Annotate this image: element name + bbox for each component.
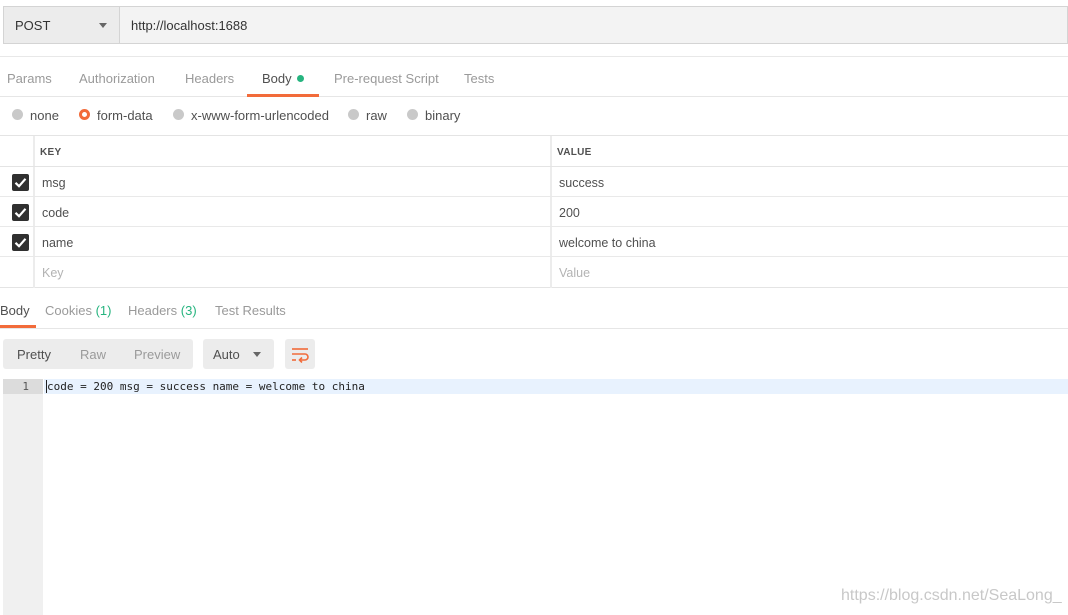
- chevron-down-icon: [99, 22, 107, 28]
- request-bar: POST http://localhost:1688: [3, 6, 1068, 44]
- method-label: POST: [15, 17, 51, 33]
- tab-authorization[interactable]: Authorization: [79, 71, 155, 86]
- tab-body-label: Body: [262, 71, 292, 86]
- radio-raw[interactable]: [348, 109, 359, 120]
- headers-count: (3): [180, 303, 197, 318]
- form-data-table: KEY VALUE msg success code 200 name welc…: [0, 135, 1068, 288]
- body-type-options: none form-data x-www-form-urlencoded raw…: [0, 104, 1068, 128]
- value-column-header: VALUE: [557, 147, 592, 158]
- tab-headers-label: Headers: [128, 303, 178, 318]
- tab-headers[interactable]: Headers: [185, 71, 234, 86]
- value-cell[interactable]: welcome to china: [559, 236, 656, 250]
- tab-response-headers[interactable]: Headers (3): [128, 303, 197, 318]
- key-input[interactable]: Key: [42, 266, 64, 280]
- row-enabled-checkbox[interactable]: [12, 174, 29, 191]
- cookies-count: (1): [95, 303, 112, 318]
- preview-button[interactable]: Preview: [134, 347, 180, 362]
- tab-cookies[interactable]: Cookies (1): [45, 303, 111, 318]
- tab-params[interactable]: Params: [7, 71, 52, 86]
- table-row: name welcome to china: [0, 227, 1068, 257]
- table-row-empty: Key Value: [0, 257, 1068, 287]
- response-body-text: code = 200 msg = success name = welcome …: [47, 380, 365, 393]
- view-mode-group: Pretty Raw Preview: [3, 339, 193, 369]
- key-cell[interactable]: code: [42, 206, 69, 220]
- key-cell[interactable]: name: [42, 236, 73, 250]
- response-code-line[interactable]: code = 200 msg = success name = welcome …: [44, 379, 1068, 394]
- key-cell[interactable]: msg: [42, 176, 66, 190]
- format-label: Auto: [213, 346, 240, 362]
- tab-pre-request-script[interactable]: Pre-request Script: [334, 71, 439, 86]
- tab-test-results[interactable]: Test Results: [215, 303, 286, 318]
- response-tabs: Body Cookies (1) Headers (3) Test Result…: [0, 296, 1068, 329]
- table-row: msg success: [0, 167, 1068, 197]
- line-number: 1: [22, 380, 29, 393]
- radio-form-data-label[interactable]: form-data: [97, 108, 153, 123]
- raw-button[interactable]: Raw: [80, 347, 106, 362]
- checkmark-icon: [14, 238, 27, 248]
- radio-raw-label[interactable]: raw: [366, 108, 387, 123]
- watermark: https://blog.csdn.net/SeaLong_: [841, 587, 1062, 604]
- value-cell[interactable]: success: [559, 176, 604, 190]
- value-input[interactable]: Value: [559, 266, 590, 280]
- radio-form-data[interactable]: [79, 109, 90, 120]
- active-tab-indicator: [0, 325, 36, 328]
- url-value: http://localhost:1688: [131, 17, 248, 33]
- tab-tests[interactable]: Tests: [464, 71, 494, 86]
- checkmark-icon: [14, 178, 27, 188]
- status-dot-icon: [296, 75, 304, 82]
- radio-urlencoded[interactable]: [173, 109, 184, 120]
- wrap-lines-button[interactable]: [285, 339, 315, 369]
- radio-binary[interactable]: [407, 109, 418, 120]
- method-select[interactable]: POST: [4, 7, 120, 43]
- radio-binary-label[interactable]: binary: [425, 108, 460, 123]
- chevron-down-icon: [253, 352, 261, 357]
- key-column-header: KEY: [40, 147, 62, 158]
- row-enabled-checkbox[interactable]: [12, 204, 29, 221]
- url-input[interactable]: http://localhost:1688: [120, 7, 1067, 43]
- line-number-gutter: 1: [3, 379, 43, 615]
- table-row: code 200: [0, 197, 1068, 227]
- radio-none-label[interactable]: none: [30, 108, 59, 123]
- request-tabs: Params Authorization Headers Body Pre-re…: [0, 56, 1068, 97]
- checkmark-icon: [14, 208, 27, 218]
- tab-body[interactable]: Body: [262, 71, 304, 86]
- radio-none[interactable]: [12, 109, 23, 120]
- table-header: KEY VALUE: [0, 136, 1068, 167]
- radio-urlencoded-label[interactable]: x-www-form-urlencoded: [191, 108, 329, 123]
- tab-response-body[interactable]: Body: [0, 303, 30, 318]
- active-tab-indicator: [247, 94, 319, 97]
- pretty-button[interactable]: Pretty: [17, 347, 51, 362]
- tab-cookies-label: Cookies: [45, 303, 92, 318]
- format-select[interactable]: Auto: [203, 339, 274, 369]
- wrap-lines-icon: [292, 348, 309, 363]
- value-cell[interactable]: 200: [559, 206, 580, 220]
- row-enabled-checkbox[interactable]: [12, 234, 29, 251]
